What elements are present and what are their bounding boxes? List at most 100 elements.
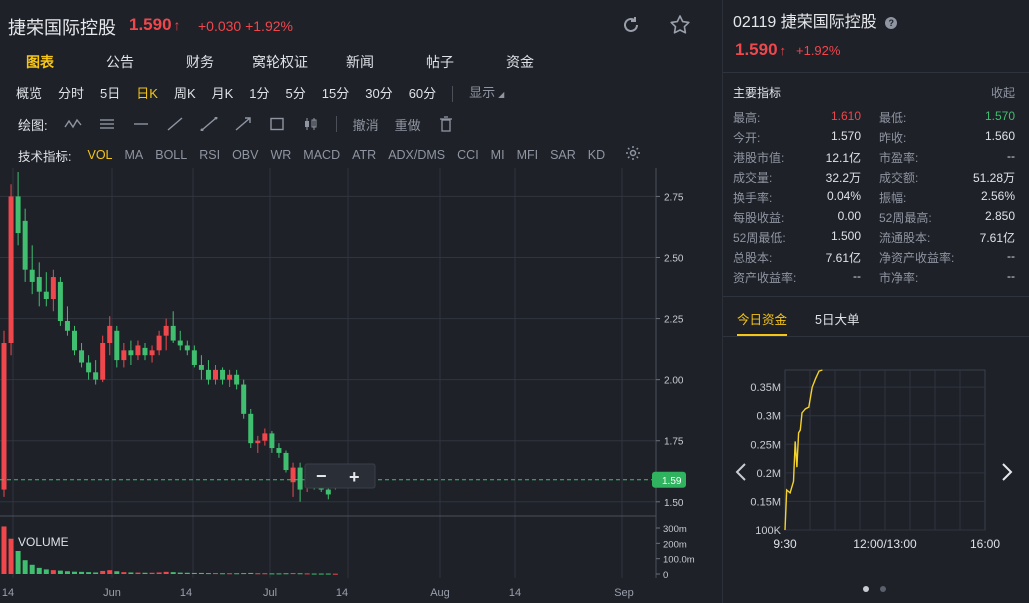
period-10[interactable]: 60分 <box>401 80 444 108</box>
y-tick-label: 2.50 <box>664 254 684 265</box>
volume-bar <box>304 573 310 575</box>
x-tick-label: Jun <box>103 587 121 599</box>
zigzag-tool-icon[interactable] <box>56 110 90 138</box>
fund-x-tick-label: 9:30 <box>773 537 797 551</box>
indicator-vol[interactable]: VOL <box>81 148 118 162</box>
volume-bar <box>255 573 261 575</box>
y-tick-label: 1.50 <box>664 498 684 509</box>
x-tick-label: Aug <box>430 587 450 599</box>
volume-bar <box>297 573 303 575</box>
metric-value: 32.2万 <box>825 171 861 185</box>
redo-button[interactable]: 重做 <box>387 115 429 134</box>
indicator-obv[interactable]: OBV <box>226 148 264 162</box>
carousel-dot-1[interactable] <box>863 586 869 592</box>
period-1[interactable]: 分时 <box>50 80 92 108</box>
star-icon[interactable] <box>669 14 691 36</box>
indicator-atr[interactable]: ATR <box>346 148 382 162</box>
volume-bar <box>128 572 134 574</box>
carousel-dot-2[interactable] <box>880 586 886 592</box>
volume-bar <box>311 573 317 575</box>
stock-code-name: 02119 捷荣国际控股 ? <box>733 8 898 32</box>
info-panel: 02119 捷荣国际控股 ? 1.590 ↑ +1.92% 主要指标 收起 最高:… <box>722 0 1029 603</box>
fund-flow-chart: 0.35M 0.3M 0.25M 0.2M 0.15M 100K9:30 12:00/13:… <box>750 369 1000 551</box>
chevron-left-icon[interactable] <box>733 460 749 484</box>
rectangle-tool-icon[interactable] <box>260 110 294 138</box>
zoom-control: − + <box>304 463 376 489</box>
metric-value: 7.61亿 <box>979 231 1015 245</box>
display-dropdown[interactable]: 显示 ◢ <box>461 79 512 109</box>
period-8[interactable]: 15分 <box>314 80 357 108</box>
candle-body <box>29 269 35 282</box>
indicator-ma[interactable]: MA <box>119 148 150 162</box>
period-0[interactable]: 概览 <box>8 80 50 108</box>
volume-bar <box>318 573 324 575</box>
indicator-wr[interactable]: WR <box>264 148 297 162</box>
refresh-icon[interactable] <box>620 14 642 36</box>
indicator-sar[interactable]: SAR <box>544 148 582 162</box>
tab-5day-orders[interactable]: 5日大单 <box>815 309 859 334</box>
period-2[interactable]: 5日 <box>92 80 128 108</box>
volume-label: VOLUME <box>18 535 69 549</box>
tab-main-2[interactable]: 财务 <box>160 48 240 76</box>
volume-bar <box>241 573 247 575</box>
trash-icon[interactable] <box>429 110 463 138</box>
period-9[interactable]: 30分 <box>357 80 400 108</box>
metric-label: 52周最低: <box>733 231 786 245</box>
volume-bar <box>50 570 56 574</box>
chevron-right-icon[interactable] <box>999 460 1015 484</box>
candlestick-chart[interactable]: 2.752.502.252.001.751.501.59− +300m200m10… <box>0 168 722 603</box>
period-6[interactable]: 1分 <box>241 80 277 108</box>
volume-bar <box>64 571 70 574</box>
help-icon[interactable]: ? <box>885 16 898 29</box>
volume-bar <box>36 567 42 574</box>
indicator-boll[interactable]: BOLL <box>149 148 193 162</box>
y-tick-label: 2.00 <box>664 376 684 387</box>
volume-tick-label: 200m <box>663 539 687 550</box>
indicator-rsi[interactable]: RSI <box>193 148 226 162</box>
indicator-kd[interactable]: KD <box>582 148 611 162</box>
tab-main-1[interactable]: 公告 <box>80 48 160 76</box>
horizontal-line-tool-icon[interactable] <box>124 110 158 138</box>
tab-main-5[interactable]: 帖子 <box>400 48 480 76</box>
stock-change: +0.030 +1.92% <box>198 18 293 34</box>
indicator-adx-dms[interactable]: ADX/DMS <box>382 148 451 162</box>
candle-body <box>262 433 268 441</box>
candle-body <box>57 281 63 322</box>
period-4[interactable]: 周K <box>166 80 204 108</box>
undo-button[interactable]: 撤消 <box>345 115 387 134</box>
period-5[interactable]: 月K <box>204 80 242 108</box>
candle-body <box>128 350 134 356</box>
metric-value: 1.570 <box>984 109 1015 123</box>
tab-main-6[interactable]: 资金 <box>480 48 560 76</box>
y-tick-label: 2.75 <box>664 192 684 203</box>
indicator-macd[interactable]: MACD <box>297 148 346 162</box>
collapse-button[interactable]: 收起 <box>991 84 1015 101</box>
indicator-cci[interactable]: CCI <box>451 148 485 162</box>
indicator-settings-gear-icon[interactable] <box>625 145 641 166</box>
tab-main-3[interactable]: 窝轮权证 <box>240 48 320 76</box>
candle-tool-icon[interactable] <box>294 110 328 138</box>
tab-main-4[interactable]: 新闻 <box>320 48 400 76</box>
period-3[interactable]: 日K <box>128 80 166 108</box>
chart-panel: 捷荣国际控股 1.590 ↑ +0.030 +1.92% 图表 公告 财务 窝轮权证 新闻… <box>0 0 722 603</box>
candle-body <box>269 433 275 449</box>
metric-value: 1.570 <box>830 129 861 143</box>
segment-tool-icon[interactable] <box>192 110 226 138</box>
zoom-in-button[interactable]: + <box>349 467 360 487</box>
metric-value: 12.1亿 <box>825 151 861 165</box>
drawing-toolbar: 绘图: 撤消 重做 <box>0 110 722 138</box>
metrics-row: 港股市值: 12.1亿 市盈率: -- <box>733 147 1023 167</box>
fund-y-tick-label: 0.35M <box>750 382 781 394</box>
fib-tool-icon[interactable] <box>90 110 124 138</box>
zoom-out-button[interactable]: − <box>316 466 327 486</box>
trend-line-tool-icon[interactable] <box>158 110 192 138</box>
ray-tool-icon[interactable] <box>226 110 260 138</box>
tab-today-funds[interactable]: 今日资金 <box>737 309 788 336</box>
candle-body <box>297 467 303 490</box>
period-7[interactable]: 5分 <box>278 80 314 108</box>
metric-label: 成交额: <box>879 171 919 185</box>
indicator-mi[interactable]: MI <box>485 148 511 162</box>
tab-main-0[interactable]: 图表 <box>0 48 80 76</box>
indicator-mfi[interactable]: MFI <box>511 148 545 162</box>
metric-value: -- <box>1007 149 1015 163</box>
